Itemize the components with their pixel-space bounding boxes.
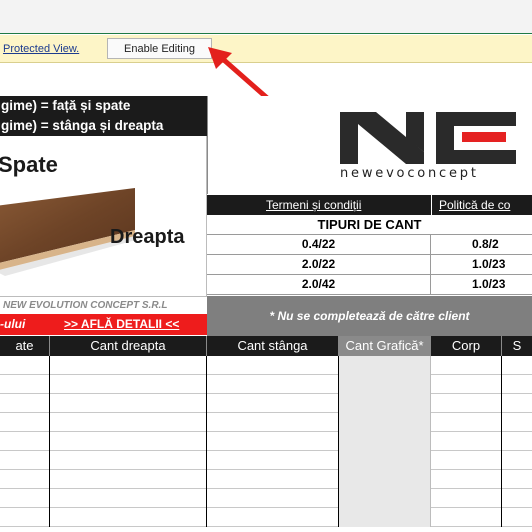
banner-line-2: gime) = stânga și dreapta: [1, 118, 164, 133]
grid-cell[interactable]: [431, 356, 502, 375]
links-bar: Termeni și condiții Politică de co: [207, 195, 532, 215]
cant-type-value: 2.0/22: [207, 255, 431, 274]
grid-cell[interactable]: [207, 394, 339, 413]
grid-cell[interactable]: [339, 451, 431, 470]
grid-cell[interactable]: [50, 394, 207, 413]
table-row: [0, 489, 532, 508]
details-bar: -ului >> AFLĂ DETALII <<: [0, 314, 207, 335]
grid-cell[interactable]: [0, 432, 50, 451]
cant-type-value: 2.0/42: [207, 275, 431, 294]
table-row: [0, 432, 532, 451]
grid-cell[interactable]: [431, 394, 502, 413]
label-back: Spate: [0, 152, 58, 177]
grid-cell[interactable]: [339, 356, 431, 375]
grid-cell[interactable]: [339, 508, 431, 527]
table-row: [0, 375, 532, 394]
grid-cell[interactable]: [339, 375, 431, 394]
enable-editing-button[interactable]: Enable Editing: [107, 38, 212, 59]
instruction-banner: gime) = față și spate gime) = stânga și …: [0, 96, 207, 136]
grid-cell[interactable]: [50, 489, 207, 508]
cant-type-value: 0.8/2: [472, 237, 499, 251]
terms-link[interactable]: Termeni și condiții: [266, 198, 361, 212]
logo-wordmark: newevoconcept: [340, 166, 479, 181]
grid-cell[interactable]: [0, 451, 50, 470]
table-row: [0, 508, 532, 527]
table-header: ate Cant dreapta Cant stânga Cant Grafic…: [0, 336, 532, 356]
cant-row: 2.0/42 1.0/23: [207, 275, 532, 295]
table-row: [0, 356, 532, 375]
company-name: NEW EVOLUTION CONCEPT S.R.L: [0, 296, 207, 314]
cant-row: 0.4/22 0.8/2: [207, 235, 532, 255]
grid-cell[interactable]: [207, 432, 339, 451]
header-s[interactable]: S: [502, 336, 532, 356]
cant-row: 2.0/22 1.0/23: [207, 255, 532, 275]
cant-types-table: 0.4/22 0.8/2 2.0/22 1.0/23 2.0/42 1.0/23: [207, 235, 532, 295]
grid-cell[interactable]: [0, 375, 50, 394]
grid-cell[interactable]: [50, 413, 207, 432]
grid-cell[interactable]: [50, 470, 207, 489]
grid-cell[interactable]: [431, 508, 502, 527]
cant-type-value: 0.4/22: [207, 235, 431, 254]
grid-cell[interactable]: [339, 489, 431, 508]
ribbon-area: [0, 0, 532, 34]
grid-cell[interactable]: [431, 470, 502, 489]
grid-cell[interactable]: [0, 470, 50, 489]
company-logo: newevoconcept: [207, 96, 532, 194]
grid-cell[interactable]: [339, 413, 431, 432]
grid-cell[interactable]: [50, 356, 207, 375]
grid-cell[interactable]: [207, 451, 339, 470]
grid-cell[interactable]: [50, 375, 207, 394]
links-divider: [431, 195, 432, 215]
product-illustration: Spate Dreapta: [0, 136, 207, 296]
grid-cell[interactable]: [339, 394, 431, 413]
grid-cell[interactable]: [431, 451, 502, 470]
grid-cell[interactable]: [207, 508, 339, 527]
details-link[interactable]: >> AFLĂ DETALII <<: [64, 314, 179, 335]
grid-cell[interactable]: [50, 451, 207, 470]
grid-cell[interactable]: [431, 413, 502, 432]
cant-type-value: 1.0/23: [472, 277, 506, 291]
grid-cell[interactable]: [207, 413, 339, 432]
table-row: [0, 413, 532, 432]
header-cant-stanga[interactable]: Cant stânga: [207, 336, 339, 356]
table-row: [0, 451, 532, 470]
client-note: * Nu se completează de către client: [207, 296, 532, 336]
header-cant-spate[interactable]: ate: [0, 336, 50, 356]
policy-link[interactable]: Politică de co: [439, 198, 510, 212]
table-row: [0, 394, 532, 413]
details-bar-text: -ului: [0, 317, 26, 331]
grid-cell[interactable]: [50, 508, 207, 527]
protected-view-link[interactable]: Protected View.: [3, 43, 79, 55]
grid-cell[interactable]: [431, 432, 502, 451]
input-grid: [0, 356, 532, 532]
cant-type-value: 1.0/23: [472, 257, 506, 271]
grid-cell[interactable]: [207, 375, 339, 394]
label-right: Dreapta: [110, 226, 185, 248]
banner-line-1: gime) = față și spate: [1, 98, 131, 113]
grid-cell[interactable]: [207, 489, 339, 508]
grid-cell[interactable]: [0, 508, 50, 527]
grid-cell[interactable]: [0, 356, 50, 375]
header-cant-grafica[interactable]: Cant Grafică*: [339, 336, 431, 356]
header-cant-dreapta[interactable]: Cant dreapta: [50, 336, 207, 356]
grid-cell[interactable]: [0, 489, 50, 508]
cant-types-title: TIPURI DE CANT: [207, 215, 532, 235]
grid-cell[interactable]: [339, 432, 431, 451]
grid-cell[interactable]: [207, 470, 339, 489]
grid-cell[interactable]: [0, 394, 50, 413]
grid-cell[interactable]: [431, 489, 502, 508]
grid-cell[interactable]: [207, 356, 339, 375]
ne-logo-icon: [340, 112, 516, 164]
table-row: [0, 470, 532, 489]
grid-cell[interactable]: [0, 413, 50, 432]
grid-cell[interactable]: [339, 470, 431, 489]
header-corp[interactable]: Corp: [431, 336, 502, 356]
grid-cell[interactable]: [431, 375, 502, 394]
grid-cell[interactable]: [50, 432, 207, 451]
